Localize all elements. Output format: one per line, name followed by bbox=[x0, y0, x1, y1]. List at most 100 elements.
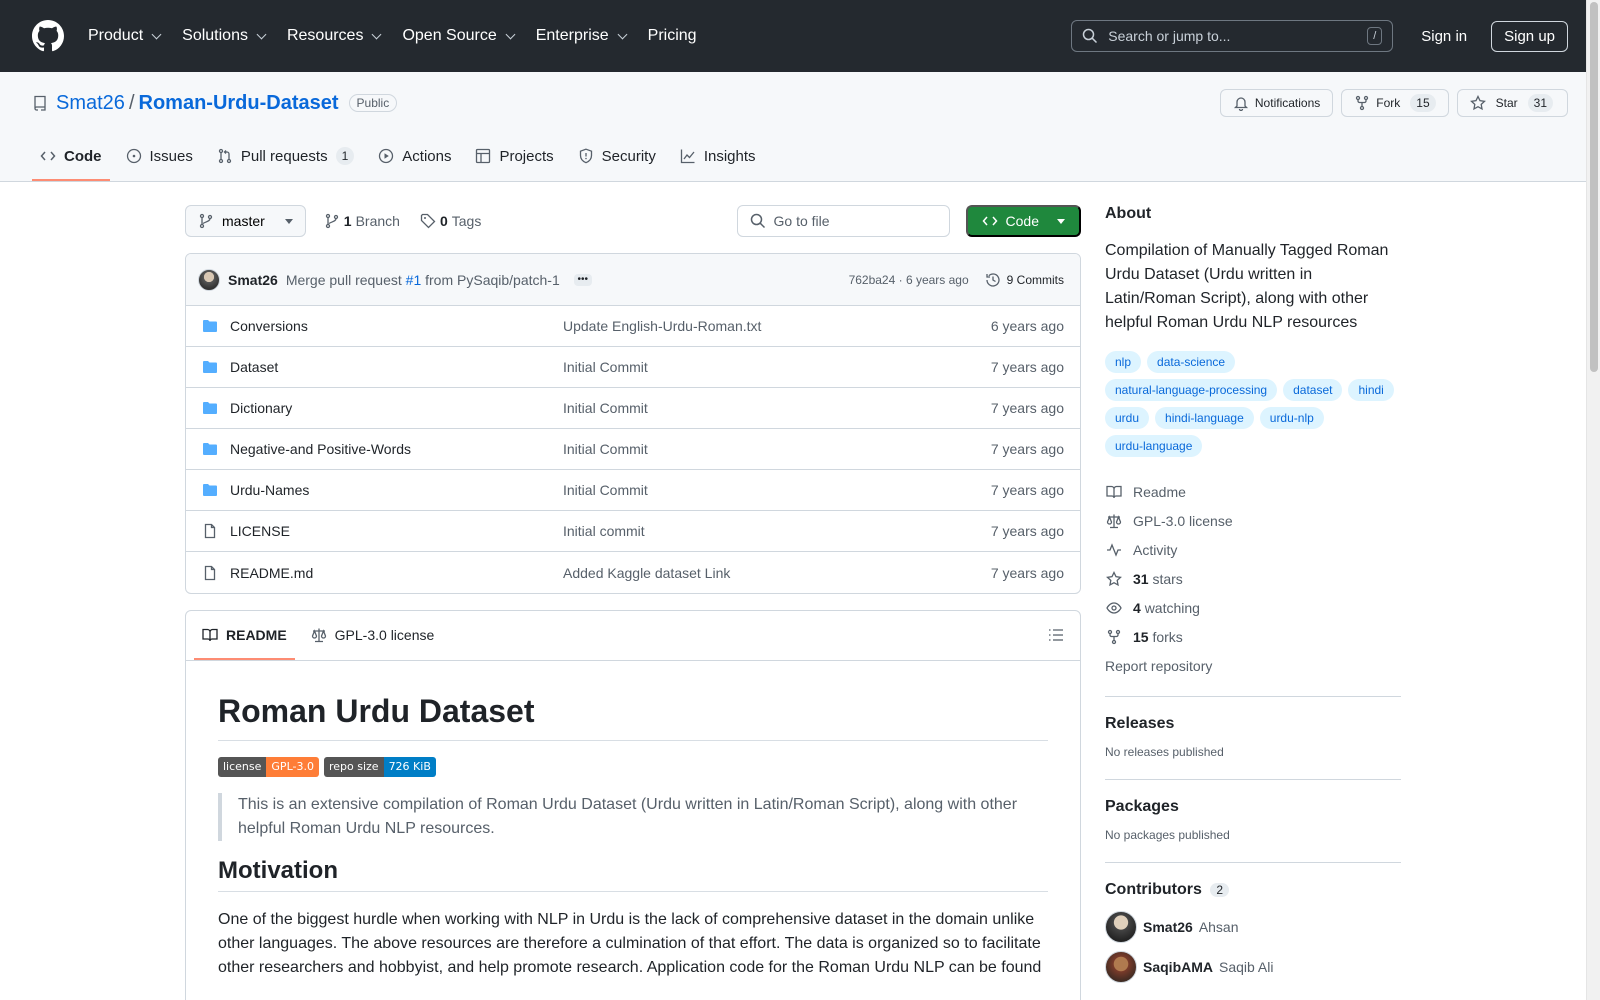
file-name-link[interactable]: LICENSE bbox=[230, 523, 563, 539]
file-name-link[interactable]: Urdu-Names bbox=[230, 482, 563, 498]
avatar bbox=[1105, 911, 1137, 943]
releases-empty-text: No releases published bbox=[1105, 745, 1224, 759]
list-icon[interactable] bbox=[1048, 627, 1064, 646]
topic-tag[interactable]: urdu-nlp bbox=[1259, 407, 1324, 429]
commits-link[interactable]: 9 Commits bbox=[985, 272, 1064, 288]
tab-insights[interactable]: Insights bbox=[672, 133, 764, 181]
file-commit-link[interactable]: Initial Commit bbox=[563, 441, 991, 457]
visibility-badge: Public bbox=[348, 94, 398, 112]
topic-tag[interactable]: dataset bbox=[1283, 379, 1343, 401]
file-name-link[interactable]: Negative-and Positive-Words bbox=[230, 441, 563, 457]
go-to-file-input[interactable]: Go to file bbox=[736, 205, 950, 237]
topic-tag[interactable]: nlp bbox=[1105, 351, 1142, 373]
license-badge[interactable]: license GPL-3.0 bbox=[218, 757, 319, 777]
repo-owner-link[interactable]: Smat26 bbox=[56, 92, 125, 115]
file-row-negative-positive-words[interactable]: Negative-and Positive-Words Initial Comm… bbox=[186, 429, 1080, 470]
sign-in-link[interactable]: Sign in bbox=[1421, 28, 1467, 45]
file-commit-link[interactable]: Update English-Urdu-Roman.txt bbox=[563, 318, 991, 334]
play-icon bbox=[379, 148, 394, 164]
topic-tag[interactable]: hindi-language bbox=[1155, 407, 1254, 429]
branches-link[interactable]: 1 Branch bbox=[318, 213, 406, 229]
readme-link[interactable]: Readme bbox=[1105, 477, 1401, 506]
forks-link[interactable]: 15 forks bbox=[1105, 622, 1401, 651]
file-name-link[interactable]: Conversions bbox=[230, 318, 563, 334]
file-time: 6 years ago bbox=[990, 318, 1064, 334]
file-row-dictionary[interactable]: Dictionary Initial Commit 7 years ago bbox=[186, 388, 1080, 429]
contributors-heading[interactable]: Contributors 2 bbox=[1105, 881, 1401, 899]
commit-message[interactable]: Merge pull request #1 from PySaqib/patch… bbox=[286, 272, 560, 288]
nav-solutions[interactable]: Solutions bbox=[182, 27, 267, 45]
file-commit-link[interactable]: Added Kaggle dataset Link bbox=[563, 565, 991, 581]
file-commit-link[interactable]: Initial Commit bbox=[563, 400, 991, 416]
file-name-link[interactable]: Dataset bbox=[230, 359, 563, 375]
topic-tag[interactable]: urdu-language bbox=[1105, 435, 1203, 457]
graph-icon bbox=[680, 149, 695, 164]
nav-resources[interactable]: Resources bbox=[287, 27, 382, 45]
commit-hash-time[interactable]: 762ba24 · 6 years ago bbox=[849, 273, 969, 287]
repo-name-link[interactable]: Roman-Urdu-Dataset bbox=[139, 92, 339, 115]
tab-security[interactable]: Security bbox=[570, 133, 664, 181]
commit-author-link[interactable]: Smat26 bbox=[228, 272, 278, 288]
topic-tag[interactable]: hindi bbox=[1348, 379, 1394, 401]
license-link[interactable]: GPL-3.0 license bbox=[1105, 506, 1401, 535]
file-icon bbox=[202, 565, 220, 581]
tab-readme[interactable]: README bbox=[194, 611, 295, 660]
contributor-item[interactable]: Smat26 Ahsan bbox=[1105, 911, 1401, 943]
tab-issues[interactable]: Issues bbox=[118, 133, 201, 181]
branch-selector[interactable]: master bbox=[185, 205, 306, 237]
pr-link[interactable]: #1 bbox=[406, 272, 422, 288]
packages-heading[interactable]: Packages bbox=[1105, 798, 1401, 816]
tab-actions[interactable]: Actions bbox=[370, 133, 459, 181]
nav-pricing[interactable]: Pricing bbox=[648, 27, 697, 45]
search-placeholder: Search or jump to... bbox=[1108, 28, 1231, 44]
file-commit-link[interactable]: Initial Commit bbox=[563, 482, 991, 498]
tab-pull-requests[interactable]: Pull requests 1 bbox=[209, 133, 362, 181]
topic-tag[interactable]: urdu bbox=[1105, 407, 1150, 429]
file-row-conversions[interactable]: Conversions Update English-Urdu-Roman.tx… bbox=[186, 306, 1080, 347]
contributor-item[interactable]: SaqibAMA Saqib Ali bbox=[1105, 951, 1401, 983]
github-logo-icon[interactable] bbox=[32, 20, 64, 52]
tab-code[interactable]: Code bbox=[32, 133, 110, 181]
file-name-link[interactable]: README.md bbox=[230, 565, 563, 581]
page-scrollbar[interactable] bbox=[1586, 0, 1600, 1000]
topic-tag[interactable]: data-science bbox=[1147, 351, 1236, 373]
file-commit-link[interactable]: Initial Commit bbox=[563, 359, 991, 375]
file-row-readme[interactable]: README.md Added Kaggle dataset Link 7 ye… bbox=[186, 552, 1080, 593]
code-dropdown-button[interactable]: Code bbox=[965, 205, 1081, 237]
file-row-license[interactable]: LICENSE Initial commit 7 years ago bbox=[186, 511, 1080, 552]
avatar[interactable] bbox=[198, 268, 220, 291]
file-name-link[interactable]: Dictionary bbox=[230, 400, 563, 416]
tab-license[interactable]: GPL-3.0 license bbox=[303, 611, 443, 660]
packages-empty-text: No packages published bbox=[1105, 828, 1230, 842]
file-row-urdu-names[interactable]: Urdu-Names Initial Commit 7 years ago bbox=[186, 470, 1080, 511]
chevron-down-icon bbox=[617, 29, 628, 39]
scrollbar-thumb[interactable] bbox=[1590, 2, 1598, 372]
code-icon bbox=[40, 151, 56, 161]
file-commit-link[interactable]: Initial commit bbox=[563, 523, 991, 539]
star-count: 31 bbox=[1527, 94, 1553, 112]
watchers-link[interactable]: 4 watching bbox=[1105, 593, 1401, 622]
sign-up-button[interactable]: Sign up bbox=[1491, 20, 1568, 52]
releases-heading[interactable]: Releases bbox=[1105, 715, 1401, 733]
topic-tag[interactable]: natural-language-processing bbox=[1105, 379, 1278, 401]
star-button[interactable]: Star 31 bbox=[1456, 89, 1568, 117]
nav-enterprise[interactable]: Enterprise bbox=[536, 27, 628, 45]
nav-product[interactable]: Product bbox=[88, 27, 162, 45]
tab-projects[interactable]: Projects bbox=[467, 133, 561, 181]
activity-link[interactable]: Activity bbox=[1105, 535, 1401, 564]
nav-open-source[interactable]: Open Source bbox=[402, 27, 516, 45]
file-time: 7 years ago bbox=[990, 482, 1064, 498]
file-time: 7 years ago bbox=[990, 564, 1064, 581]
expand-commit-button[interactable]: ••• bbox=[573, 273, 592, 286]
notifications-button[interactable]: Notifications bbox=[1219, 89, 1334, 117]
folder-icon bbox=[202, 441, 220, 457]
report-repository-link[interactable]: Report repository bbox=[1105, 651, 1401, 680]
stars-link[interactable]: 31 stars bbox=[1105, 564, 1401, 593]
file-row-dataset[interactable]: Dataset Initial Commit 7 years ago bbox=[186, 347, 1080, 388]
search-input[interactable]: Search or jump to... / bbox=[1071, 20, 1394, 52]
tags-link[interactable]: 0 Tags bbox=[414, 213, 487, 229]
repo-size-badge[interactable]: repo size 726 KiB bbox=[323, 757, 436, 777]
fork-button[interactable]: Fork 15 bbox=[1341, 89, 1449, 117]
slash-shortcut-key: / bbox=[1367, 27, 1383, 45]
readme-panel: README GPL-3.0 license Roman Urdu Datase… bbox=[185, 610, 1081, 1000]
